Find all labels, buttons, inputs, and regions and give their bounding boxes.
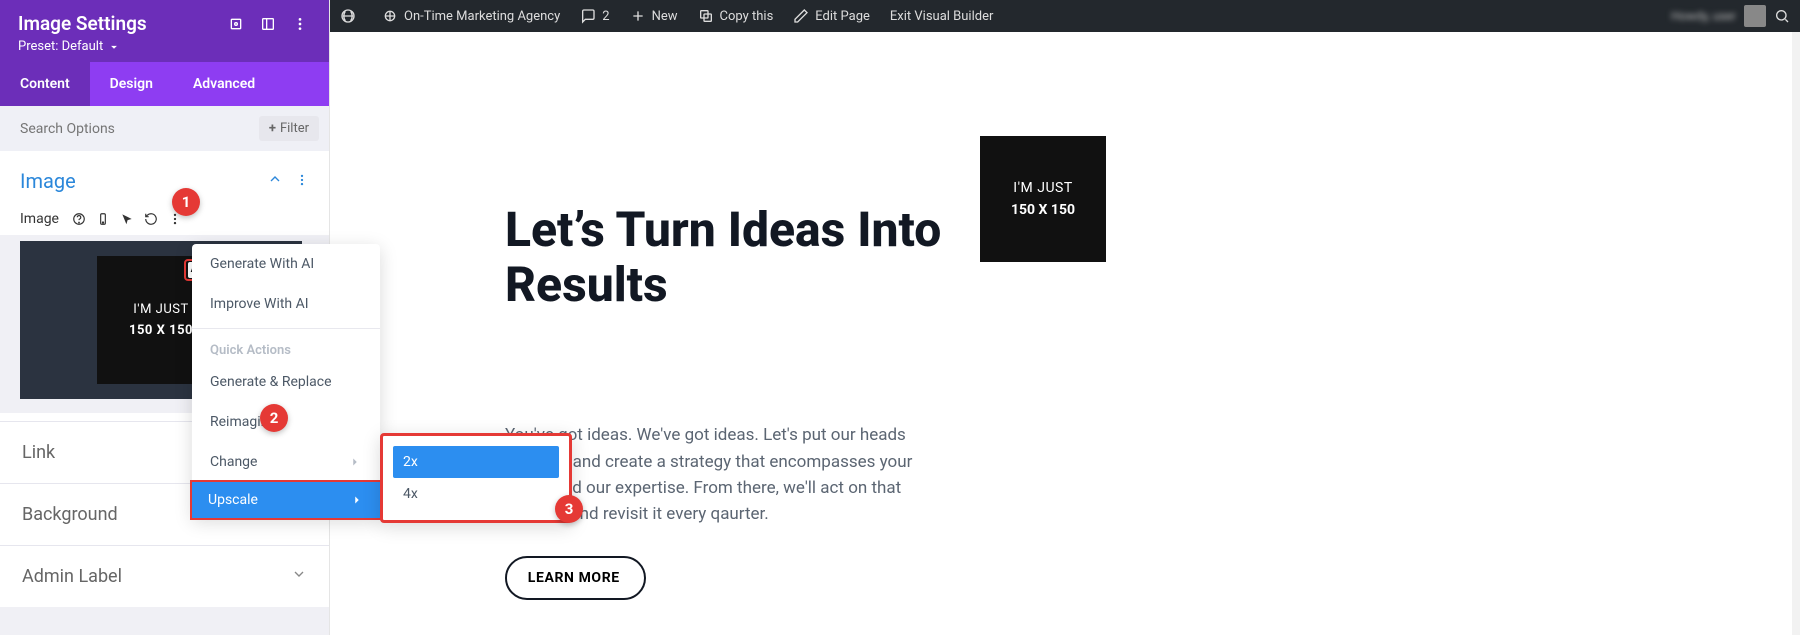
learn-more-button[interactable]: LEARN LEARN MORE [505,556,646,600]
user-menu[interactable]: Howdy, user [1671,5,1800,27]
accordion-link-label: Link [22,442,55,463]
tab-design[interactable]: Design [90,62,173,106]
tab-advanced[interactable]: Advanced [173,62,275,106]
field-image-row: Image [0,203,329,235]
menu-generate[interactable]: Generate With AI [192,244,380,284]
badge-2: 2 [260,404,288,432]
site-name[interactable]: On-Time Marketing Agency [372,0,570,32]
hero-heading: Let’s Turn Ideas Into Results [505,202,945,312]
copy-this[interactable]: Copy this [688,0,784,32]
edit-label: Edit Page [815,9,870,24]
comment-count: 2 [602,9,609,24]
thumb-line1: I'M JUST [133,302,188,317]
edit-page[interactable]: Edit Page [783,0,880,32]
device-icon[interactable] [93,209,113,229]
filter-button[interactable]: +Filter [259,116,319,141]
filter-label: Filter [280,121,309,136]
tab-content[interactable]: Content [0,62,90,106]
menu-upscale[interactable]: Upscale [190,480,382,520]
expand-icon[interactable] [257,13,279,35]
menu-change[interactable]: Change [192,442,380,482]
menu-change-label: Change [210,454,257,470]
field-label: Image [20,211,59,227]
menu-separator [192,328,380,329]
exit-visual-builder[interactable]: Exit Visual Builder [880,0,1003,32]
submenu-2x[interactable]: 2x [393,446,559,478]
new-menu[interactable]: New [620,0,688,32]
preview-thumb-line2: 150 X 150 [1011,202,1075,218]
thumb-line2: 150 X 150 [129,323,193,338]
search-input[interactable] [20,121,259,137]
panel-header: Image Settings Preset: Default [0,0,329,62]
section-more-icon[interactable] [295,172,309,191]
help-icon[interactable] [69,209,89,229]
site-name-label: On-Time Marketing Agency [404,9,560,24]
search-row: +Filter [0,106,329,151]
copy-label: Copy this [720,9,774,24]
upscale-submenu: 2x 4x [380,433,572,523]
menu-improve[interactable]: Improve With AI [192,284,380,324]
avatar [1744,5,1766,27]
collapse-icon[interactable] [267,171,283,191]
menu-generate-replace[interactable]: Generate & Replace [192,362,380,402]
badge-3: 3 [555,495,583,523]
accordion-admin-label[interactable]: Admin Label [0,545,329,607]
menu-upscale-label: Upscale [208,492,258,508]
preset-label: Preset: Default [18,39,103,54]
exit-label: Exit Visual Builder [890,9,993,24]
hero: Let’s Turn Ideas Into Results You've got… [505,202,945,600]
comments[interactable]: 2 [570,0,619,32]
preset-selector[interactable]: Preset: Default [18,39,311,54]
wp-admin-bar: On-Time Marketing Agency 2 New Copy this… [330,0,1800,32]
more-icon[interactable] [289,13,311,35]
accordion-admin-label-text: Admin Label [22,566,122,587]
preview-thumb-line1: I'M JUST [1013,180,1072,196]
section-image-header[interactable]: Image [0,151,329,203]
page-preview: Let’s Turn Ideas Into Results You've got… [330,32,1800,635]
preview-image-module[interactable]: I'M JUST 150 X 150 [980,136,1106,262]
hover-icon[interactable] [117,209,137,229]
reset-icon[interactable] [141,209,161,229]
section-title: Image [20,169,255,193]
accordion-background-label: Background [22,504,118,525]
scrollbar[interactable] [1792,32,1800,635]
submenu-4x[interactable]: 4x [393,478,559,510]
menu-group-quick: Quick Actions [192,333,380,362]
wp-logo[interactable] [330,0,372,32]
panel-title: Image Settings [18,12,215,35]
responsive-icon[interactable] [225,13,247,35]
new-label: New [652,9,678,24]
panel-tabs: Content Design Advanced [0,62,329,106]
badge-1: 1 [172,188,200,216]
ai-context-menu: Generate With AI Improve With AI Quick A… [192,244,380,518]
chevron-down-icon [291,566,307,587]
